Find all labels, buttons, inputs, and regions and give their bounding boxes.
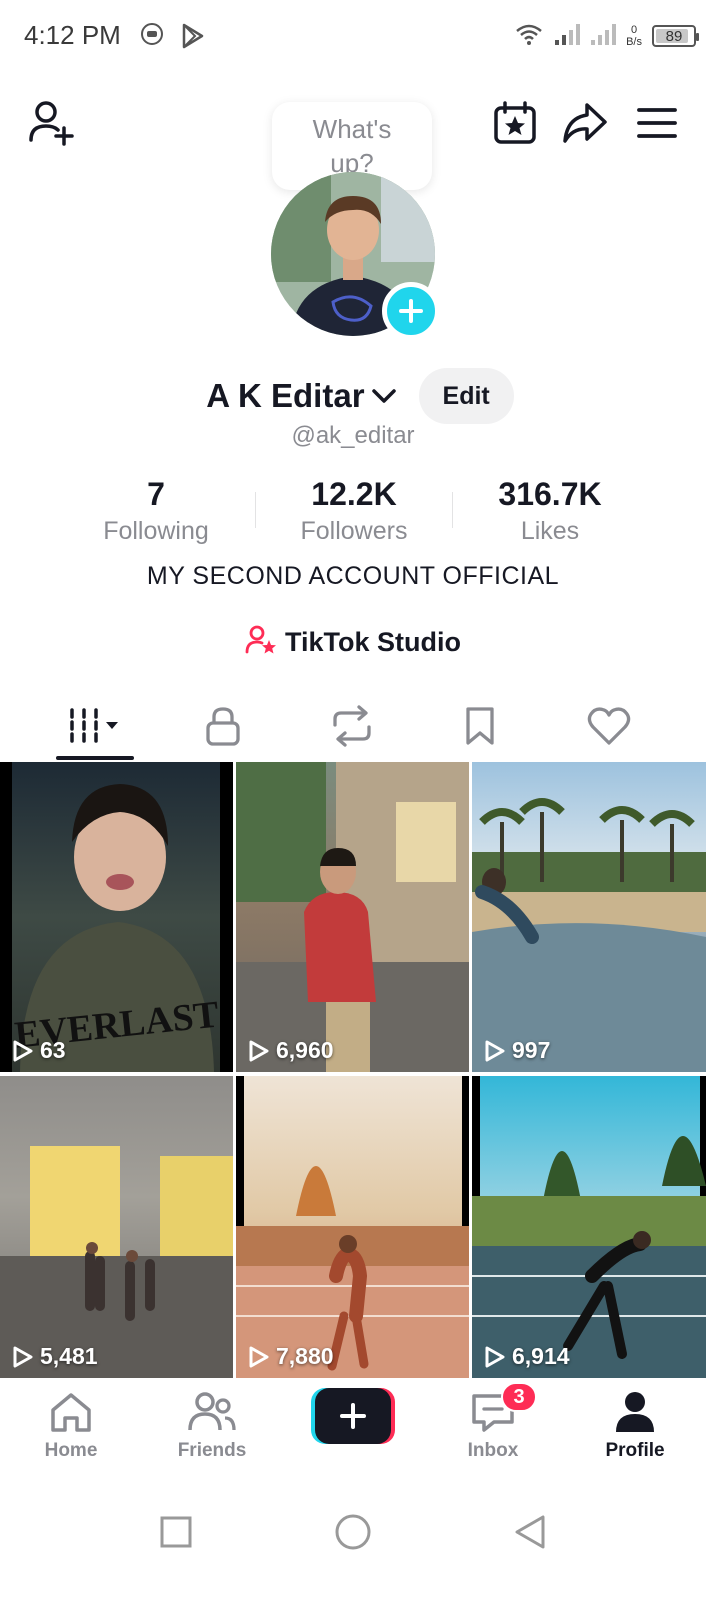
display-name[interactable]: A K Editar [206,377,364,415]
stat-value: 7 [147,476,165,512]
view-count: 997 [484,1037,550,1064]
play-icon [249,1346,269,1367]
videos-grid-icon [70,708,118,744]
plus-icon [399,299,423,323]
screen-record-icon [140,22,164,51]
home-system-button[interactable] [323,1502,383,1562]
view-count-value: 7,880 [276,1343,334,1369]
nav-profile[interactable]: Profile [570,1390,700,1462]
home-icon [51,1393,91,1432]
play-store-icon [180,22,206,55]
view-count-value: 63 [40,1037,66,1063]
stat-label: Followers [300,517,408,545]
bio-text: MY SECOND ACCOUNT OFFICIAL [146,562,560,590]
view-count-value: 5,481 [40,1343,98,1369]
share-icon[interactable] [558,96,612,150]
view-count: 6,914 [484,1343,570,1370]
stat-value: 12.2K [311,476,397,512]
battery-level: 89 [665,27,683,45]
nav-friends-label: Friends [177,1440,247,1461]
view-count-value: 6,960 [276,1037,334,1063]
status-right: 0 B/s 89 [514,18,699,54]
stat-likes[interactable]: 316.7K Likes [450,472,650,546]
plus-icon [340,1403,366,1429]
add-avatar-button[interactable] [382,282,440,340]
network-speed: 0 B/s [626,24,642,48]
video-thumbnail[interactable]: 7,880 [236,1076,469,1378]
status-bar: 4:12 PM 0 B/s 89 [0,0,720,72]
play-icon [13,1346,33,1367]
profile-icon [616,1392,654,1432]
stat-label: Likes [520,517,580,545]
chevron-down-icon[interactable] [371,387,397,405]
nav-friends[interactable]: Friends [147,1390,277,1462]
view-count: 63 [12,1037,66,1064]
view-count: 7,880 [248,1343,334,1370]
square-icon [160,1516,192,1548]
stat-followers[interactable]: 12.2K Followers [254,472,454,546]
tab-private[interactable] [163,690,283,762]
calendar-star-icon[interactable] [488,96,542,150]
signal-icon-1 [554,22,581,51]
network-speed-value: 0 [630,24,638,36]
view-count: 5,481 [12,1343,98,1370]
lock-icon [206,707,240,746]
friends-icon [188,1392,236,1431]
video-thumbnail[interactable]: 5,481 [0,1076,233,1378]
battery-icon: 89 [652,25,699,47]
nav-profile-label: Profile [605,1440,665,1461]
video-thumbnail[interactable]: 997 [472,762,706,1072]
nav-home-label: Home [44,1440,98,1461]
tiktok-studio-link[interactable]: TikTok Studio [0,620,706,664]
edit-profile-button[interactable]: Edit [418,368,514,424]
stat-label: Following [103,517,209,545]
profile-tabs [0,690,706,762]
create-button[interactable] [311,1388,395,1444]
status-bubble-text: What's up? [312,114,392,178]
menu-icon[interactable] [630,96,684,150]
tab-favorites[interactable] [420,690,540,762]
stat-following[interactable]: 7 Following [56,472,256,546]
recent-apps-button[interactable] [146,1502,206,1562]
inbox-badge: 3 [501,1382,537,1412]
back-system-button[interactable] [500,1502,560,1562]
status-time: 4:12 PM [24,20,121,50]
circle-icon [335,1514,371,1550]
back-triangle-icon [515,1515,545,1549]
system-navigation-bar [0,1482,720,1600]
video-thumbnail[interactable]: 6,914 [472,1076,706,1378]
heart-icon [587,707,631,745]
stat-value: 316.7K [498,476,602,512]
create-button-face [315,1388,391,1444]
repost-icon [333,705,371,747]
tiktok-studio-label: TikTok Studio [284,626,461,657]
video-thumbnail[interactable]: 6,960 [236,762,469,1072]
play-icon [485,1040,505,1061]
profile-stats: 7 Following 12.2K Followers 316.7K Likes [0,472,706,552]
play-icon [485,1346,505,1367]
video-thumbnail[interactable]: EVERLAST 63 [0,762,233,1072]
tab-indicator [56,756,134,760]
play-icon [249,1040,269,1061]
nav-inbox[interactable]: Inbox [428,1390,558,1462]
view-count-value: 6,914 [512,1343,570,1369]
tab-videos[interactable] [34,690,154,762]
signal-icon-2 [590,22,617,51]
nav-inbox-label: Inbox [467,1440,519,1461]
view-count-value: 997 [512,1037,551,1063]
add-friend-icon[interactable] [24,96,78,150]
tab-reposts[interactable] [292,690,412,762]
studio-person-star-icon [245,624,277,661]
username-handle: @ak_editar [291,422,415,449]
play-icon [13,1040,33,1061]
bookmark-icon [466,707,494,745]
video-grid: EVERLAST 63 6,960 997 5,481 7,880 6,914 [0,762,706,1378]
nav-home[interactable]: Home [6,1390,136,1462]
name-row: A K Editar Edit [0,368,720,424]
network-speed-unit: B/s [626,36,642,48]
view-count: 6,960 [248,1037,334,1064]
wifi-icon [514,22,544,51]
tab-liked[interactable] [549,690,669,762]
